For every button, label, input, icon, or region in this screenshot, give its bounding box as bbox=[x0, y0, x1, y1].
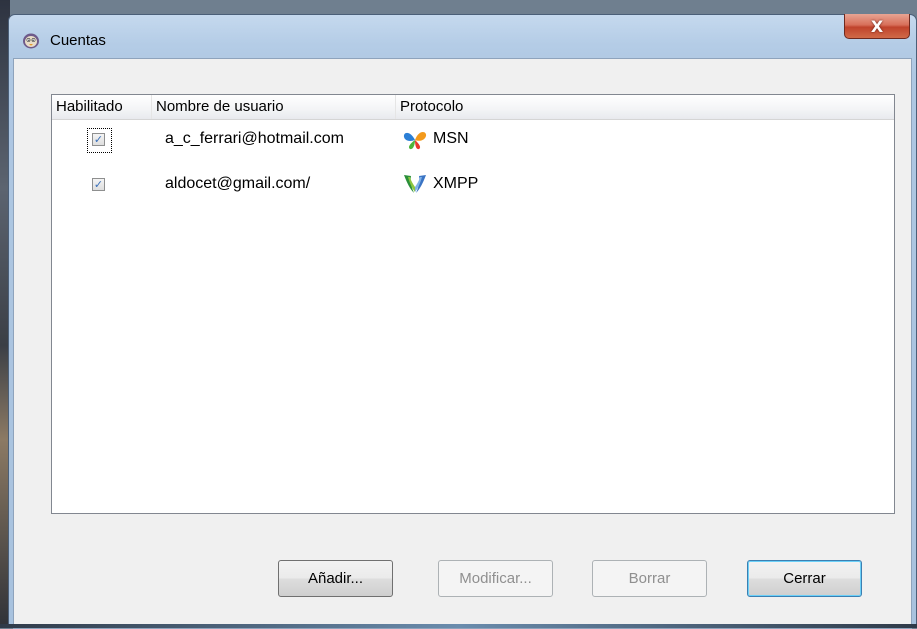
username-cell: a_c_ferrari@hotmail.com bbox=[165, 130, 344, 147]
protocol-cell: MSN bbox=[433, 130, 469, 147]
close-button-label: Cerrar bbox=[783, 570, 826, 587]
column-header-protocol[interactable]: Protocolo bbox=[396, 95, 894, 119]
modify-button-label: Modificar... bbox=[459, 570, 532, 587]
accounts-list[interactable]: Habilitado Nombre de usuario Protocolo ✓… bbox=[51, 94, 895, 514]
enabled-checkbox[interactable]: ✓ bbox=[92, 178, 105, 191]
delete-account-button[interactable]: Borrar bbox=[592, 560, 707, 597]
close-window-button[interactable]: X bbox=[844, 14, 910, 39]
column-header-enabled[interactable]: Habilitado bbox=[52, 95, 152, 119]
column-header-username[interactable]: Nombre de usuario bbox=[152, 95, 396, 119]
window-title: Cuentas bbox=[50, 32, 106, 49]
protocol-cell: XMPP bbox=[433, 175, 479, 192]
modify-account-button[interactable]: Modificar... bbox=[438, 560, 553, 597]
list-header: Habilitado Nombre de usuario Protocolo bbox=[52, 95, 894, 120]
dialog-client-area: Habilitado Nombre de usuario Protocolo ✓… bbox=[13, 58, 912, 629]
enabled-checkbox[interactable]: ✓ bbox=[92, 133, 105, 146]
title-bar[interactable]: Cuentas X bbox=[9, 14, 916, 59]
close-dialog-button[interactable]: Cerrar bbox=[747, 560, 862, 597]
xmpp-icon bbox=[404, 175, 426, 193]
account-row[interactable]: ✓ a_c_ferrari@hotmail.com MSN bbox=[52, 123, 894, 163]
username-cell: aldocet@gmail.com/ bbox=[165, 175, 311, 192]
account-row[interactable]: ✓ aldocet@gmail.com/ XMPP bbox=[52, 168, 894, 208]
taskbar-edge bbox=[0, 624, 917, 628]
pidgin-app-icon bbox=[23, 33, 39, 49]
accounts-dialog: Cuentas X Habilitado Nombre de usuario P… bbox=[8, 14, 917, 629]
delete-button-label: Borrar bbox=[628, 570, 671, 587]
add-button-label: Añadir... bbox=[307, 570, 364, 587]
msn-butterfly-icon bbox=[403, 131, 427, 150]
add-account-button[interactable]: Añadir... bbox=[278, 560, 393, 597]
close-icon: X bbox=[870, 16, 884, 36]
